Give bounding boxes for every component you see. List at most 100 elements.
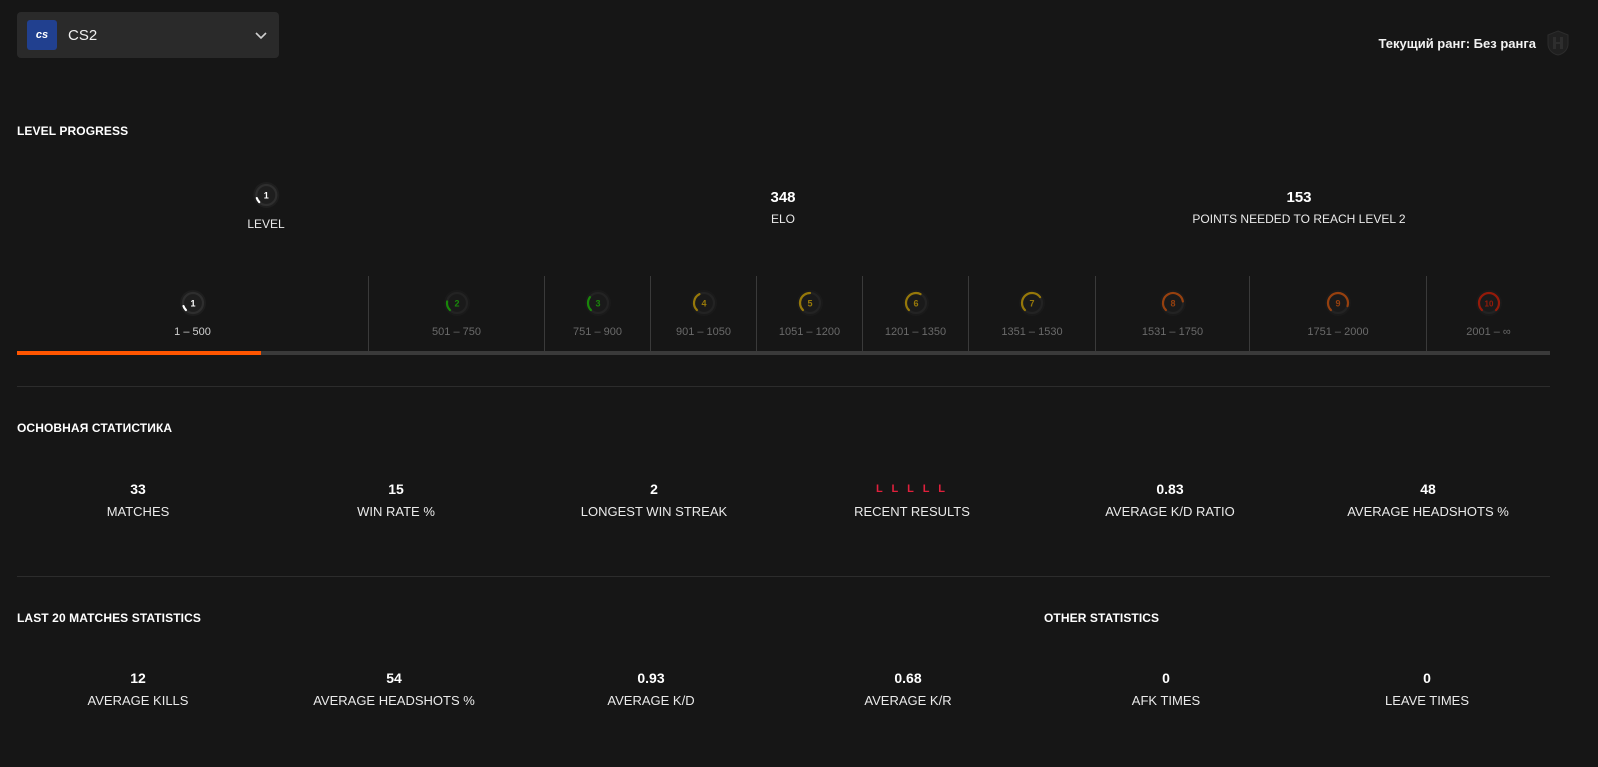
stat-item: 0.93 AVERAGE K/D	[607, 669, 694, 708]
divider	[17, 576, 1550, 577]
svg-text:2: 2	[454, 299, 459, 309]
level-range: 1201 – 1350	[884, 326, 947, 338]
stat-value: 33	[130, 481, 146, 497]
stat-item: 54 AVERAGE HEADSHOTS %	[313, 669, 475, 708]
svg-text:1: 1	[263, 191, 268, 201]
level-cell-9: 9 1751 – 2000	[1249, 276, 1426, 351]
level-10-ring-icon: 10	[1475, 290, 1502, 316]
svg-text:1: 1	[190, 299, 195, 309]
points-needed-label: POINTS NEEDED TO REACH LEVEL 2	[1192, 212, 1406, 226]
level-range: 1051 – 1200	[778, 326, 841, 338]
svg-text:8: 8	[1170, 299, 1175, 309]
svg-text:4: 4	[701, 299, 706, 309]
svg-text:10: 10	[1484, 300, 1493, 309]
svg-text:6: 6	[913, 299, 918, 309]
stat-value: 0.93	[637, 670, 665, 686]
svg-text:9: 9	[1335, 299, 1340, 309]
stat-value: 15	[388, 481, 404, 497]
stat-item: 33 MATCHES	[107, 480, 170, 519]
level-cell-3: 3 751 – 900	[544, 276, 650, 351]
level-cell-5: 5 1051 – 1200	[756, 276, 862, 351]
stat-item: L L L L L RECENT RESULTS	[854, 480, 970, 519]
main-stats-title: ОСНОВНАЯ СТАТИСТИКА	[17, 421, 173, 435]
level-cell-1: 1 1 – 500	[17, 276, 368, 351]
level-range: 1 – 500	[174, 326, 211, 338]
game-select-dropdown[interactable]: cs CS2	[17, 12, 279, 58]
stat-label: LONGEST WIN STREAK	[580, 504, 728, 519]
level-range: 901 – 1050	[675, 326, 732, 338]
stat-label: AVERAGE K/R	[864, 693, 952, 708]
level-9-ring-icon: 9	[1325, 290, 1351, 316]
level-label: LEVEL	[247, 217, 285, 231]
stat-value: 2	[650, 481, 658, 497]
stat-value: 0.83	[1156, 481, 1184, 497]
rank-shield-icon	[1547, 30, 1569, 56]
level-cell-10: 10 2001 – ∞	[1426, 276, 1550, 351]
level-1-ring-icon: 1	[252, 182, 279, 208]
level-7-ring-icon: 7	[1019, 290, 1045, 316]
stat-item: 0 LEAVE TIMES	[1385, 669, 1469, 708]
svg-text:3: 3	[595, 299, 600, 309]
level-3-ring-icon: 3	[584, 290, 611, 316]
stat-value: 48	[1420, 481, 1436, 497]
level-8-ring-icon: 8	[1159, 290, 1186, 316]
stat-label: MATCHES	[106, 504, 170, 519]
other-stats-title: OTHER STATISTICS	[1044, 611, 1160, 625]
level-cell-7: 7 1351 – 1530	[968, 276, 1095, 351]
level-range: 751 – 900	[573, 326, 622, 338]
current-level-summary: 1 LEVEL	[247, 180, 285, 231]
points-needed-value: 153	[1286, 189, 1312, 206]
level-6-ring-icon: 6	[902, 290, 929, 316]
points-needed-summary: 153 POINTS NEEDED TO REACH LEVEL 2	[1192, 188, 1405, 226]
level-1-ring-icon: 1	[179, 290, 206, 316]
stat-item: 0 AFK TIMES	[1132, 669, 1200, 708]
level-5-ring-icon: 5	[796, 290, 823, 316]
svg-text:5: 5	[807, 299, 812, 309]
progress-fill	[17, 351, 262, 355]
chevron-down-icon	[255, 32, 267, 40]
level-range: 1531 – 1750	[1141, 326, 1204, 338]
stat-label: AFK TIMES	[1131, 693, 1201, 708]
level-4-ring-icon: 4	[690, 290, 717, 316]
stat-item: 12 AVERAGE KILLS	[88, 669, 189, 708]
current-rank: Текущий ранг: Без ранга	[1378, 30, 1570, 56]
elo-value: 348	[770, 189, 796, 206]
game-name: CS2	[68, 26, 98, 44]
elo-summary: 348 ELO	[770, 188, 795, 226]
last20-title: LAST 20 MATCHES STATISTICS	[17, 611, 201, 625]
stat-label: LEAVE TIMES	[1384, 693, 1470, 708]
stat-value: 0	[1423, 670, 1431, 686]
stat-value: 0	[1162, 670, 1170, 686]
level-cell-6: 6 1201 – 1350	[862, 276, 968, 351]
level-range: 501 – 750	[432, 326, 481, 338]
cs2-logo-icon: cs	[27, 20, 57, 50]
stat-item: 48 AVERAGE HEADSHOTS %	[1347, 480, 1509, 519]
level-range: 1751 – 2000	[1307, 326, 1369, 338]
level-progress-bar: 1 1 – 500 2 501 – 750 3 751 – 900 4 901 – 1050 5…	[17, 276, 1550, 356]
stat-value: 0.68	[894, 670, 922, 686]
stat-label: AVERAGE K/D RATIO	[1105, 504, 1235, 519]
stat-label: AVERAGE HEADSHOTS %	[1347, 504, 1509, 519]
level-cell-2: 2 501 – 750	[368, 276, 544, 351]
stat-label: AVERAGE K/D	[607, 693, 695, 708]
level-progress-title: LEVEL PROGRESS	[17, 124, 129, 138]
level-2-ring-icon: 2	[443, 290, 470, 316]
elo-label: ELO	[770, 212, 795, 226]
level-range: 2001 – ∞	[1466, 326, 1511, 338]
level-range: 1351 – 1530	[1001, 326, 1063, 338]
stat-item: 0.68 AVERAGE K/R	[864, 669, 951, 708]
stat-label: RECENT RESULTS	[854, 504, 970, 519]
stat-item: 2 LONGEST WIN STREAK	[581, 480, 727, 519]
stat-item: 0.83 AVERAGE K/D RATIO	[1105, 480, 1235, 519]
stat-value: 54	[386, 670, 402, 686]
progress-track	[17, 351, 1550, 355]
level-cell-4: 4 901 – 1050	[650, 276, 756, 351]
svg-text:7: 7	[1029, 299, 1034, 309]
level-cell-8: 8 1531 – 1750	[1095, 276, 1249, 351]
current-rank-text: Текущий ранг: Без ранга	[1378, 35, 1536, 51]
recent-results-value: L L L L L	[875, 483, 949, 495]
stat-item: 15 WIN RATE %	[357, 480, 435, 519]
stat-value: 12	[130, 670, 146, 686]
stat-label: AVERAGE KILLS	[87, 693, 189, 708]
stat-label: AVERAGE HEADSHOTS %	[313, 693, 475, 708]
